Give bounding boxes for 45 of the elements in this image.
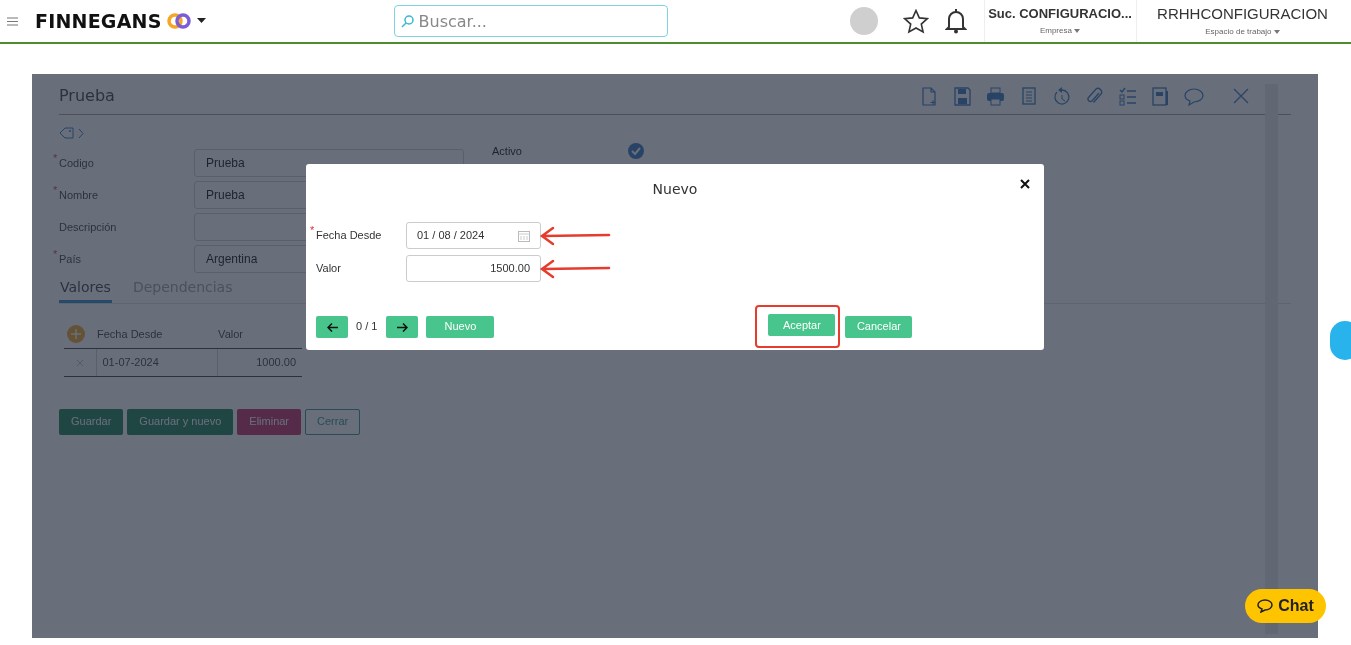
form-title: Prueba (59, 85, 115, 107)
chat-button[interactable]: Chat (1245, 589, 1326, 623)
caret-down-icon (1074, 28, 1081, 33)
annotation-arrow (539, 225, 611, 246)
pager-text: 0 / 1 (356, 319, 378, 335)
field-label: Fecha Desde (316, 229, 382, 242)
required-asterisk: * (53, 246, 58, 262)
dialog-button[interactable]: Cancelar (845, 315, 913, 338)
caret-down-icon (1273, 30, 1280, 35)
search-field[interactable]: Buscar... (393, 5, 668, 37)
annotation-arrow (539, 258, 611, 279)
field-label: País (59, 252, 81, 265)
arrow-left-icon (326, 322, 338, 332)
date-field[interactable]: 01 / 08 / 2024 (406, 222, 541, 249)
number-field[interactable]: 1500.00 (406, 255, 541, 282)
field-label: Descripción (59, 220, 117, 233)
company-selector[interactable]: Empresa (1039, 26, 1081, 35)
side-panel-handle[interactable] (1330, 321, 1351, 360)
next-button[interactable] (386, 315, 419, 338)
search-icon (400, 15, 414, 28)
caret-down-icon[interactable] (196, 18, 206, 24)
close-icon[interactable] (1020, 179, 1030, 189)
field-label: Nombre (59, 188, 99, 201)
bell-icon[interactable] (944, 8, 967, 34)
modal-title: Nuevo (652, 180, 698, 199)
speech-bubble-icon (1257, 599, 1274, 613)
previous-button[interactable] (316, 315, 348, 338)
field-label: Codigo (59, 156, 94, 169)
workspace-selector[interactable]: Espacio de trabajo (1205, 28, 1280, 37)
rings-logo-icon (166, 13, 191, 29)
calendar-icon[interactable] (518, 229, 530, 242)
new-button[interactable]: Nuevo (426, 315, 495, 338)
brand-logo-text: FINNEGANS (35, 8, 162, 34)
company-name: Suc. CONFIGURACIO... (988, 5, 1132, 24)
field-label: Activo (492, 144, 523, 159)
dialog-button[interactable]: Aceptar (768, 314, 836, 337)
required-asterisk: * (310, 223, 315, 239)
arrow-right-icon (396, 322, 408, 332)
workspace-name: RRHHCONFIGURACION (1157, 3, 1328, 24)
field-label: Valor (316, 262, 341, 275)
required-asterisk: * (53, 150, 58, 166)
blurred-avatar-icon[interactable] (848, 6, 879, 36)
menu-icon[interactable] (7, 16, 18, 26)
star-icon[interactable] (902, 8, 929, 34)
required-asterisk: * (53, 182, 58, 198)
